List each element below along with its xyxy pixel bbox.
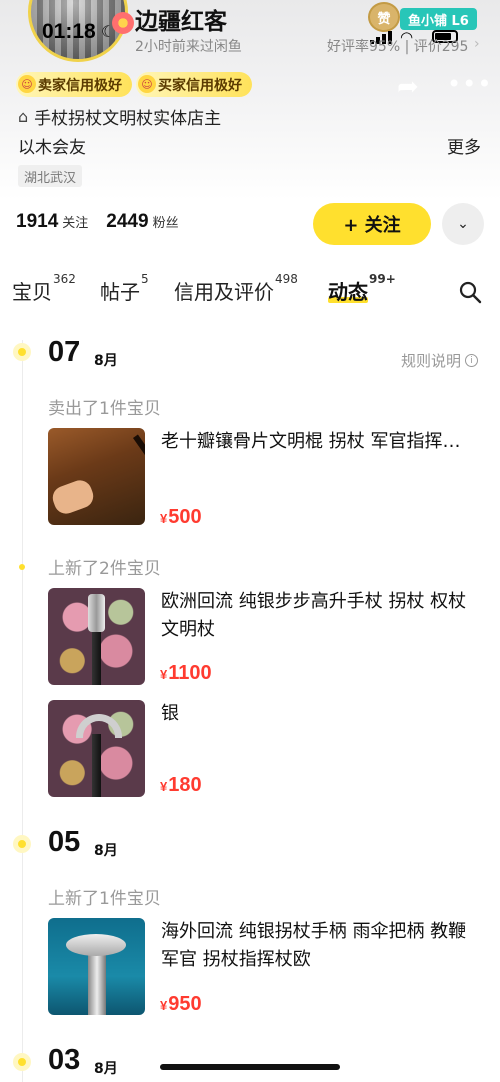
- chevron-down-icon: ⌄: [457, 216, 469, 232]
- dropdown-button[interactable]: ⌄: [442, 203, 484, 245]
- shop-description-text: 手杖拐杖文明杖实体店主: [34, 109, 222, 129]
- timeline-line: [22, 340, 23, 1082]
- follow-button[interactable]: + 关注: [313, 203, 431, 245]
- timeline-event-dot: [19, 564, 25, 570]
- tab-posts-count: 5: [141, 272, 149, 286]
- date-month: 8月: [94, 1061, 118, 1077]
- buyer-credit-badge[interactable]: ☺ 买家信用极好: [136, 72, 252, 97]
- fans-label[interactable]: 粉丝: [153, 212, 179, 231]
- date-month: 8月: [94, 843, 118, 859]
- tab-posts-label: 帖子: [100, 280, 140, 304]
- location-tag: 湖北武汉: [18, 165, 83, 187]
- item-price-value: 1100: [168, 662, 212, 684]
- tab-credit-reviews-count: 498: [275, 272, 298, 286]
- rules-label: 规则说明: [401, 352, 462, 370]
- tab-items[interactable]: 宝贝362: [12, 272, 76, 305]
- item-price: ¥950: [160, 993, 202, 1016]
- buyer-credit-label: 买家信用极好: [158, 77, 242, 94]
- smile-emoji-icon: ☺: [18, 75, 36, 93]
- date-month: 8月: [94, 353, 118, 369]
- date-day: 05: [48, 826, 81, 858]
- search-icon[interactable]: [458, 280, 482, 304]
- currency-symbol: ¥: [160, 667, 168, 682]
- tab-items-label: 宝贝: [12, 280, 52, 304]
- profile-tabs: 宝贝362 帖子5 信用及评价498 动态99+: [0, 270, 500, 314]
- item-price-value: 950: [168, 993, 202, 1015]
- flower-avatar-decoration-icon: [112, 12, 134, 34]
- currency-symbol: ¥: [160, 998, 168, 1013]
- tab-credit-reviews-label: 信用及评价: [174, 280, 274, 304]
- item-price: ¥180: [160, 774, 202, 797]
- handle-knob-image: [66, 934, 126, 956]
- fans-count[interactable]: 2449: [106, 211, 148, 233]
- last-active-text: 2小时前来过闲鱼: [135, 39, 242, 55]
- info-icon: i: [465, 354, 479, 367]
- more-button[interactable]: 更多: [447, 133, 481, 158]
- item-thumbnail[interactable]: [48, 918, 145, 1015]
- event-label: 卖出了1件宝贝: [48, 399, 161, 419]
- item-title[interactable]: 老十瓣镶骨片文明棍 拐杖 军官指挥…: [161, 428, 483, 456]
- date-day: 03: [48, 1044, 81, 1076]
- shop-description: ⌂ 手杖拐杖文明杖实体店主: [18, 104, 221, 129]
- following-label[interactable]: 关注: [62, 212, 88, 231]
- chevron-right-icon[interactable]: ›: [474, 36, 480, 52]
- currency-symbol: ¥: [160, 779, 168, 794]
- tab-activity[interactable]: 动态99+: [328, 272, 396, 305]
- item-price-value: 500: [168, 506, 202, 528]
- currency-symbol: ¥: [160, 511, 168, 526]
- rules-link[interactable]: 规则说明 i: [401, 350, 479, 371]
- cane-shaft-image: [92, 734, 101, 797]
- seller-name: 边疆红客: [135, 9, 227, 35]
- following-count[interactable]: 1914: [16, 211, 58, 233]
- tab-posts[interactable]: 帖子5: [100, 272, 149, 305]
- item-title[interactable]: 海外回流 纯银拐杖手柄 雨伞把柄 教鞭 军官 拐杖指挥杖欧: [161, 918, 483, 974]
- follow-stats: 1914 关注 2449 粉丝: [16, 211, 193, 233]
- timeline-date-dot: [15, 837, 29, 851]
- seller-credit-label: 卖家信用极好: [38, 77, 122, 94]
- shop-level-badge[interactable]: 鱼小铺 L6: [400, 8, 477, 30]
- item-title[interactable]: 银: [161, 700, 483, 728]
- tab-activity-count: 99+: [369, 272, 396, 286]
- seller-credit-badge[interactable]: ☺ 卖家信用极好: [16, 72, 132, 97]
- home-indicator[interactable]: [160, 1064, 340, 1070]
- more-options-icon[interactable]: •••: [447, 70, 492, 98]
- handle-shaft-image: [88, 952, 106, 1015]
- bio-text: 以木会友: [18, 138, 86, 158]
- shop-icon: ⌂: [18, 107, 29, 126]
- tab-items-count: 362: [53, 272, 76, 286]
- tab-activity-label: 动态: [328, 280, 368, 304]
- tab-credit-reviews[interactable]: 信用及评价498: [174, 272, 298, 305]
- cane-crook-image: [76, 714, 122, 738]
- item-title[interactable]: 欧洲回流 纯银步步高升手杖 拐杖 权杖 文明杖: [161, 588, 483, 644]
- timeline-date-dot: [15, 345, 29, 359]
- timeline-date-dot: [15, 1055, 29, 1069]
- share-icon[interactable]: ➦: [397, 72, 419, 102]
- item-thumbnail[interactable]: [48, 700, 145, 797]
- date-day: 07: [48, 336, 81, 368]
- item-thumbnail[interactable]: [48, 428, 145, 525]
- event-label: 上新了1件宝贝: [48, 889, 161, 909]
- event-label: 上新了2件宝贝: [48, 559, 161, 579]
- item-price-value: 180: [168, 774, 202, 796]
- cane-handle-image: [88, 594, 105, 632]
- item-price: ¥500: [160, 506, 202, 529]
- status-bar-time: 01:18: [42, 20, 96, 43]
- smile-emoji-icon: ☺: [138, 75, 156, 93]
- item-thumbnail[interactable]: [48, 588, 145, 685]
- rating-summary[interactable]: 好评率95% | 评价295: [327, 36, 468, 56]
- item-price: ¥1100: [160, 662, 212, 685]
